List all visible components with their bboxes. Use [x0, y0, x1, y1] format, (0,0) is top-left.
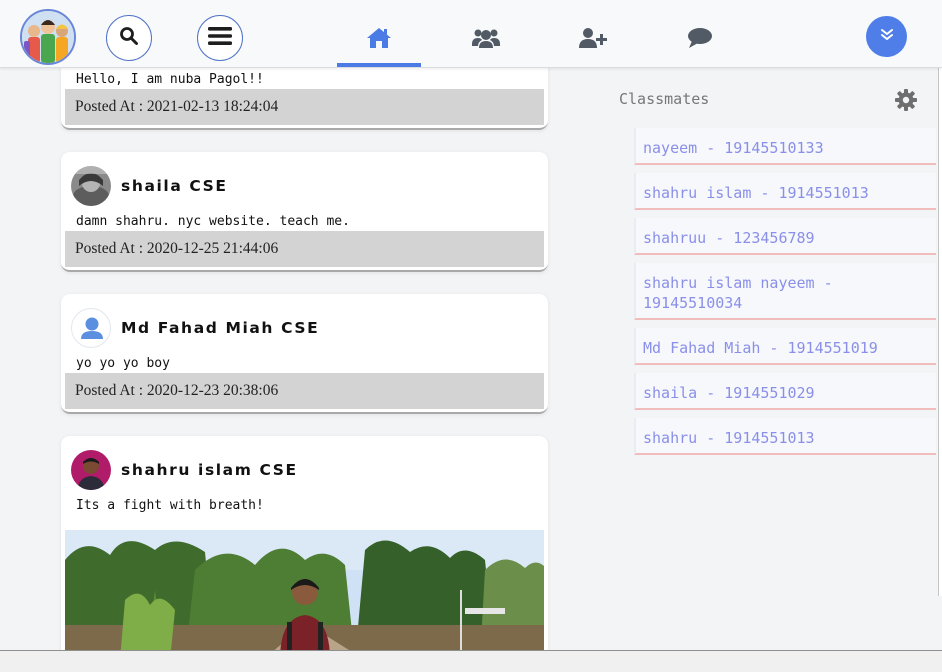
post-card: Md Fahad Miah CSE yo yo yo boy Posted At…	[61, 294, 548, 414]
post-author[interactable]: shaila CSE	[121, 177, 228, 195]
users-icon	[472, 27, 500, 53]
logo-icon[interactable]	[20, 9, 76, 65]
classmates-list: nayeem - 19145510133 shahru islam - 1914…	[634, 128, 936, 463]
post-card: shahru islam CSE Its a fight with breath…	[61, 436, 548, 672]
post-text: yo yo yo boy	[76, 356, 170, 371]
nav-add-friend[interactable]	[551, 14, 635, 66]
hamburger-icon	[208, 26, 232, 50]
chat-bubble-icon	[687, 27, 713, 53]
user-plus-icon	[579, 27, 607, 53]
nav-classmates[interactable]	[444, 14, 528, 66]
post-photo[interactable]	[65, 530, 544, 660]
nav-home[interactable]	[337, 14, 421, 67]
post-text: Hello, I am nuba Pagol!!	[76, 72, 264, 87]
classmate-item[interactable]: shahruu - 123456789	[634, 218, 936, 255]
gear-icon	[894, 89, 918, 116]
post-text: damn shahru. nyc website. teach me.	[76, 214, 350, 229]
news-feed: Hello, I am nuba Pagol!! Posted At : 202…	[0, 0, 600, 672]
classmate-item[interactable]: shahru islam - 1914551013	[634, 173, 936, 210]
post-author[interactable]: shahru islam CSE	[121, 461, 298, 479]
menu-button[interactable]	[197, 15, 243, 61]
sidebar-settings-button[interactable]	[894, 88, 918, 112]
post-card: shaila CSE damn shahru. nyc website. tea…	[61, 152, 548, 272]
search-button[interactable]	[106, 15, 152, 61]
post-header: shahru islam CSE	[71, 450, 298, 490]
search-icon	[119, 26, 139, 50]
avatar[interactable]	[71, 308, 111, 348]
double-chevron-down-icon	[880, 27, 894, 46]
sidebar-title: Classmates	[619, 90, 710, 108]
classmate-item[interactable]: shahru - 1914551013	[634, 418, 936, 455]
top-navbar	[0, 0, 942, 68]
window-edge	[938, 36, 942, 596]
window-bottom-bar	[0, 650, 942, 672]
post-author[interactable]: Md Fahad Miah CSE	[121, 319, 319, 337]
post-text: Its a fight with breath!	[76, 498, 264, 513]
nav-messages[interactable]	[658, 14, 742, 66]
classmate-item[interactable]: Md Fahad Miah - 1914551019	[634, 328, 936, 365]
classmate-item[interactable]: shahru islam nayeem - 19145510034	[634, 263, 936, 320]
post-timestamp: Posted At : 2021-02-13 18:24:04	[65, 89, 544, 125]
post-header: Md Fahad Miah CSE	[71, 308, 319, 348]
post-timestamp: Posted At : 2020-12-25 21:44:06	[65, 231, 544, 267]
home-icon	[366, 27, 392, 53]
account-dropdown-button[interactable]	[866, 16, 907, 57]
classmate-item[interactable]: shaila - 1914551029	[634, 373, 936, 410]
classmate-item[interactable]: nayeem - 19145510133	[634, 128, 936, 165]
avatar[interactable]	[71, 450, 111, 490]
avatar[interactable]	[71, 166, 111, 206]
post-timestamp: Posted At : 2020-12-23 20:38:06	[65, 373, 544, 409]
post-header: shaila CSE	[71, 166, 228, 206]
